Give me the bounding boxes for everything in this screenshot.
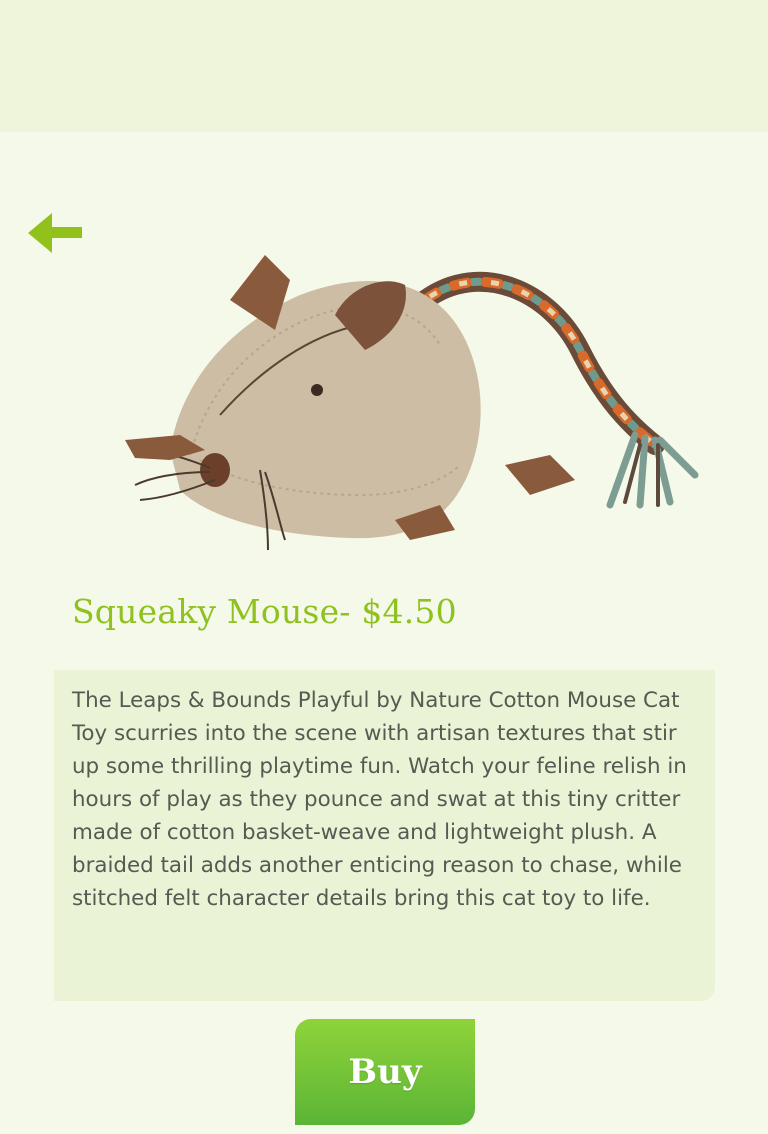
product-image <box>110 240 710 570</box>
arrow-left-icon <box>28 213 82 253</box>
back-button[interactable] <box>26 210 84 256</box>
top-header-bar <box>0 0 768 132</box>
mouse-eye <box>311 384 323 396</box>
buy-button-label: Buy <box>348 1052 422 1092</box>
buy-button[interactable]: Buy <box>295 1019 475 1125</box>
mouse-nose <box>200 453 230 487</box>
product-title: Squeaky Mouse- $4.50 <box>72 592 457 631</box>
mouse-body <box>170 280 481 539</box>
product-description: The Leaps & Bounds Playful by Nature Cot… <box>72 688 687 911</box>
